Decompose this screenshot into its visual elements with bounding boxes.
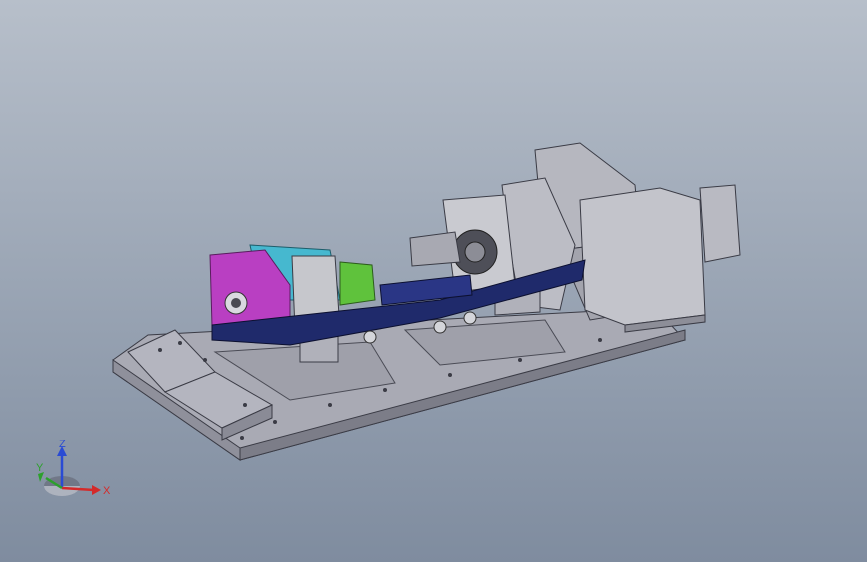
axis-triad-icon: Z X Y <box>36 440 111 497</box>
x-axis-label: X <box>103 485 111 497</box>
assembly-model[interactable] <box>0 0 867 562</box>
y-axis-label: Y <box>36 462 44 474</box>
z-axis-label: Z <box>59 440 66 450</box>
base-plate <box>112 307 686 461</box>
graphics-viewport[interactable]: Z X Y <box>0 0 867 562</box>
